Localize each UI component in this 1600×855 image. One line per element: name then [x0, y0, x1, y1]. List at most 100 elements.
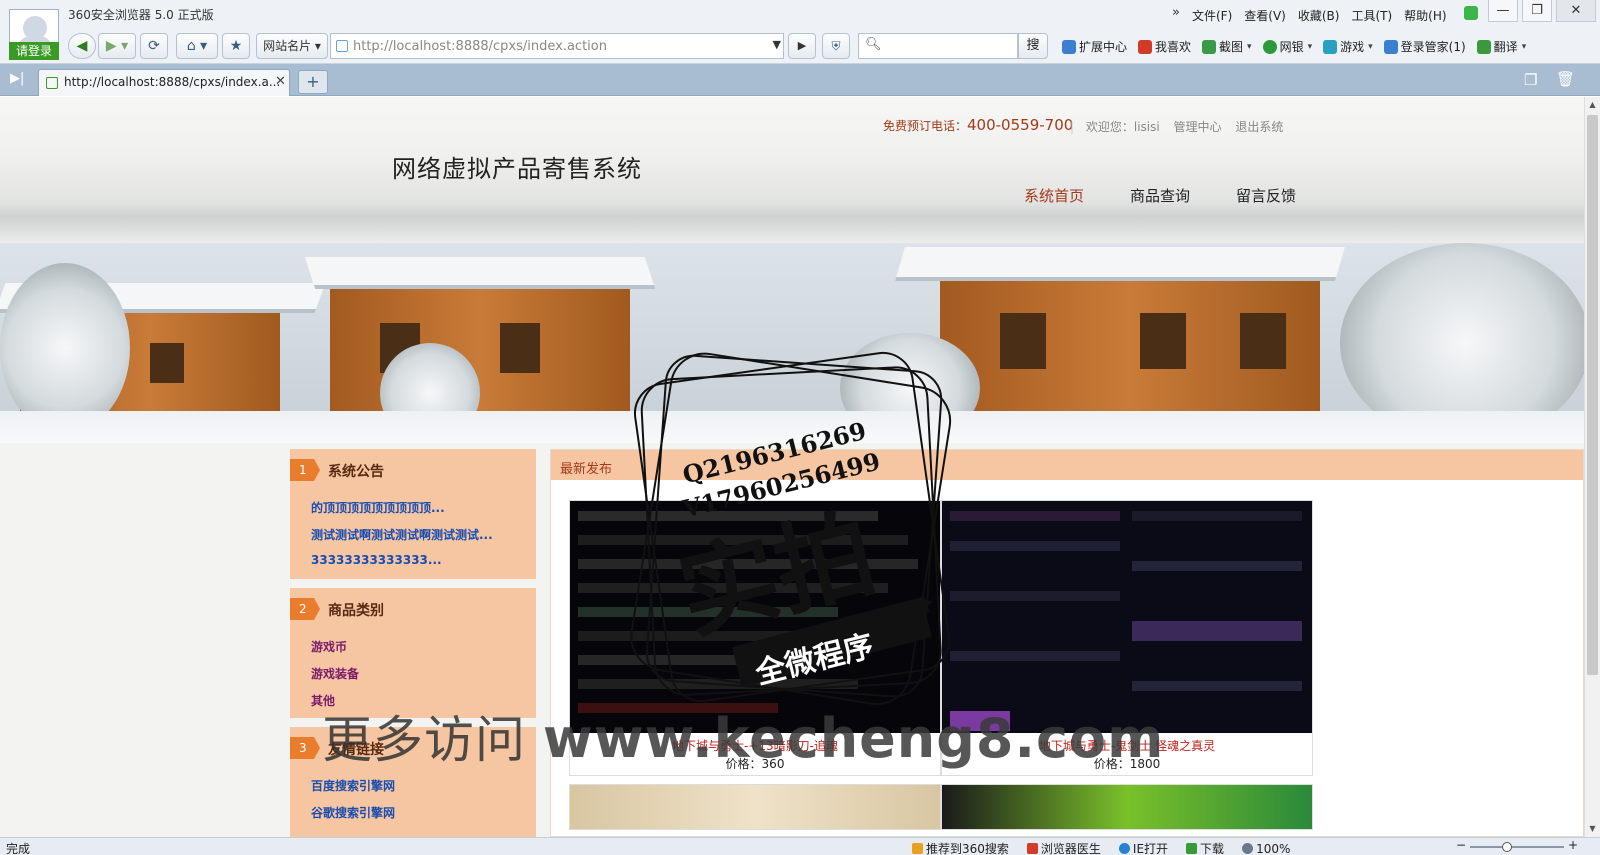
box-title: 系统公告 [328, 464, 384, 480]
friend-link[interactable]: 谷歌搜索引擎网 [311, 804, 395, 821]
address-input[interactable] [353, 37, 763, 55]
product-image[interactable] [570, 501, 940, 733]
doctor-icon [1026, 843, 1038, 854]
announcement-item[interactable]: 测试测试啊测试测试啊测试测试... [311, 526, 493, 543]
plugin-translate[interactable]: 翻译 ▾ [1476, 38, 1526, 55]
close-window-button[interactable]: ✕ [1556, 0, 1596, 22]
nav-home[interactable]: 系统首页 [1024, 185, 1084, 206]
app-title: 360安全浏览器 5.0 正式版 [68, 8, 214, 22]
hotline-number: 400-0559-700 [967, 116, 1074, 134]
plugin-extensions[interactable]: 扩展中心 [1062, 38, 1127, 55]
refresh-button[interactable]: ⟳ [140, 33, 168, 59]
address-bar[interactable]: ▼ [330, 33, 784, 59]
user-links: | 欢迎您：lisisi 管理中心 退出系统 [1070, 120, 1284, 134]
new-tab-button[interactable]: + [298, 70, 328, 94]
go-button[interactable]: ▶ [788, 33, 816, 59]
site-cards-label: 网站名片 [263, 39, 312, 53]
screenshot-icon [1202, 39, 1217, 54]
favorite-star-button[interactable]: ★ [222, 33, 250, 59]
site-header: 免费预订电话：400-0559-700 | 欢迎您：lisisi 管理中心 退出… [0, 97, 1584, 243]
status-recommend-search[interactable]: 推荐到360搜索 [912, 840, 1009, 855]
nav-feedback[interactable]: 留言反馈 [1236, 185, 1296, 206]
tab-bar: ▶| http://localhost:8888/cpxs/index.a...… [0, 64, 1600, 96]
plugin-label: 截图 [1219, 40, 1244, 54]
menu-expand-icon[interactable]: » [1172, 5, 1180, 20]
logout-link[interactable]: 退出系统 [1235, 120, 1283, 134]
status-browser-doctor[interactable]: 浏览器医生 [1026, 840, 1101, 855]
admin-center-link[interactable]: 管理中心 [1174, 120, 1222, 134]
restore-tab-icon[interactable]: ❐ [1524, 71, 1537, 89]
plugin-games[interactable]: 游戏 ▾ [1323, 38, 1373, 55]
status-download[interactable]: 下载 [1186, 840, 1224, 855]
zoom-out-icon[interactable]: − [1456, 838, 1466, 852]
announcement-item[interactable]: 33333333333333... [311, 553, 493, 567]
search-button[interactable]: 搜 [1018, 33, 1048, 59]
heart-icon [1138, 39, 1153, 54]
login-button[interactable]: 请登录 [9, 42, 59, 60]
menu-file[interactable]: 文件(F) [1192, 7, 1232, 24]
close-icon[interactable]: ✕ [275, 74, 286, 89]
hotline-label: 免费预订电话： [883, 119, 968, 133]
site-cards-button[interactable]: 网站名片 ▾ [256, 33, 328, 59]
tab-title: http://localhost:8888/cpxs/index.a... [64, 75, 281, 89]
zoom-slider[interactable]: − + [1456, 838, 1580, 854]
menu-help[interactable]: 帮助(H) [1404, 7, 1446, 24]
plugin-login-manager[interactable]: 登录管家(1) [1383, 38, 1466, 55]
box-number: 1 [290, 459, 320, 481]
security-shield-button[interactable]: ⛨ [822, 33, 850, 59]
plugin-screenshot[interactable]: 截图 ▾ [1202, 38, 1252, 55]
plugin-likes[interactable]: 我喜欢 [1138, 38, 1191, 55]
scroll-down-icon[interactable]: ▼ [1585, 821, 1600, 837]
home-button[interactable]: ⌂ ▾ [176, 33, 218, 59]
box-number: 3 [290, 737, 320, 759]
thumb-icon [912, 843, 923, 854]
status-open-ie[interactable]: IE打开 [1118, 840, 1168, 855]
vertical-scrollbar[interactable]: ▲ ▼ [1584, 97, 1600, 837]
plugin-label: 网银 [1279, 40, 1304, 54]
friend-link[interactable]: 百度搜索引擎网 [311, 777, 395, 794]
tab-active[interactable]: http://localhost:8888/cpxs/index.a... ✕ [38, 69, 290, 96]
bank-icon [1262, 39, 1277, 54]
navigation-bar: ◀ ▶ ▾ ⟳ ⌂ ▾ ★ 网站名片 ▾ ▼ ▶ ⛨ 🔍︎ 搜 扩展中心 我喜欢… [0, 28, 1600, 64]
menu-tools[interactable]: 工具(T) [1351, 7, 1392, 24]
main-nav: 系统首页 商品查询 留言反馈 [1024, 185, 1342, 206]
status-bar: 完成 推荐到360搜索 浏览器医生 IE打开 下载 100% − + [0, 837, 1600, 855]
forward-button[interactable]: ▶ ▾ [98, 33, 136, 59]
product-card[interactable] [569, 784, 941, 830]
game-icon [1323, 39, 1338, 54]
skin-icon[interactable] [1464, 6, 1478, 20]
back-button[interactable]: ◀ [68, 33, 96, 59]
search-icon: 🔍︎ [865, 37, 882, 52]
category-item[interactable]: 游戏装备 [311, 665, 359, 682]
plugin-bank[interactable]: 网银 ▾ [1262, 38, 1312, 55]
category-item[interactable]: 游戏币 [311, 638, 359, 655]
chevron-down-icon[interactable]: ▼ [773, 38, 781, 51]
search-input[interactable] [883, 37, 1013, 55]
product-image[interactable] [942, 501, 1312, 733]
trash-icon[interactable]: 🗑︎ [1556, 70, 1575, 88]
scroll-up-icon[interactable]: ▲ [1585, 97, 1600, 113]
welcome-text: 欢迎您：lisisi [1085, 120, 1160, 134]
maximize-button[interactable]: ❐ [1522, 0, 1552, 22]
banner-image [0, 243, 1584, 443]
watermark-text: 更多访问 www.kecheng8.com [322, 700, 1164, 772]
announcement-item[interactable]: 的顶顶顶顶顶顶顶顶顶... [311, 499, 493, 516]
search-box[interactable]: 🔍︎ [858, 33, 1018, 59]
zoom-in-icon[interactable]: + [1568, 838, 1578, 852]
section-title: 最新发布 [560, 462, 613, 477]
sidebar-toggle-icon[interactable]: ▶| [10, 71, 24, 86]
scroll-thumb[interactable] [1587, 115, 1598, 675]
announcements-box: 1 系统公告 的顶顶顶顶顶顶顶顶顶... 测试测试啊测试测试啊测试测试... 3… [290, 449, 536, 579]
categories-box: 2 商品类别 游戏币 游戏装备 其他 [290, 588, 536, 718]
nav-product-search[interactable]: 商品查询 [1130, 185, 1190, 206]
ie-icon [1118, 843, 1130, 854]
menu-favorites[interactable]: 收藏(B) [1298, 7, 1340, 24]
zoom-icon [1242, 843, 1254, 854]
minimize-button[interactable]: — [1488, 0, 1518, 22]
plugin-bar: 扩展中心 我喜欢 截图 ▾ 网银 ▾ 游戏 ▾ 登录管家(1) 翻译 ▾ [1062, 38, 1537, 55]
download-icon [1186, 843, 1198, 854]
menu-view[interactable]: 查看(V) [1244, 7, 1286, 24]
status-zoom[interactable]: 100% [1242, 840, 1290, 855]
product-card[interactable] [941, 784, 1313, 830]
zoom-thumb[interactable] [1502, 842, 1512, 852]
